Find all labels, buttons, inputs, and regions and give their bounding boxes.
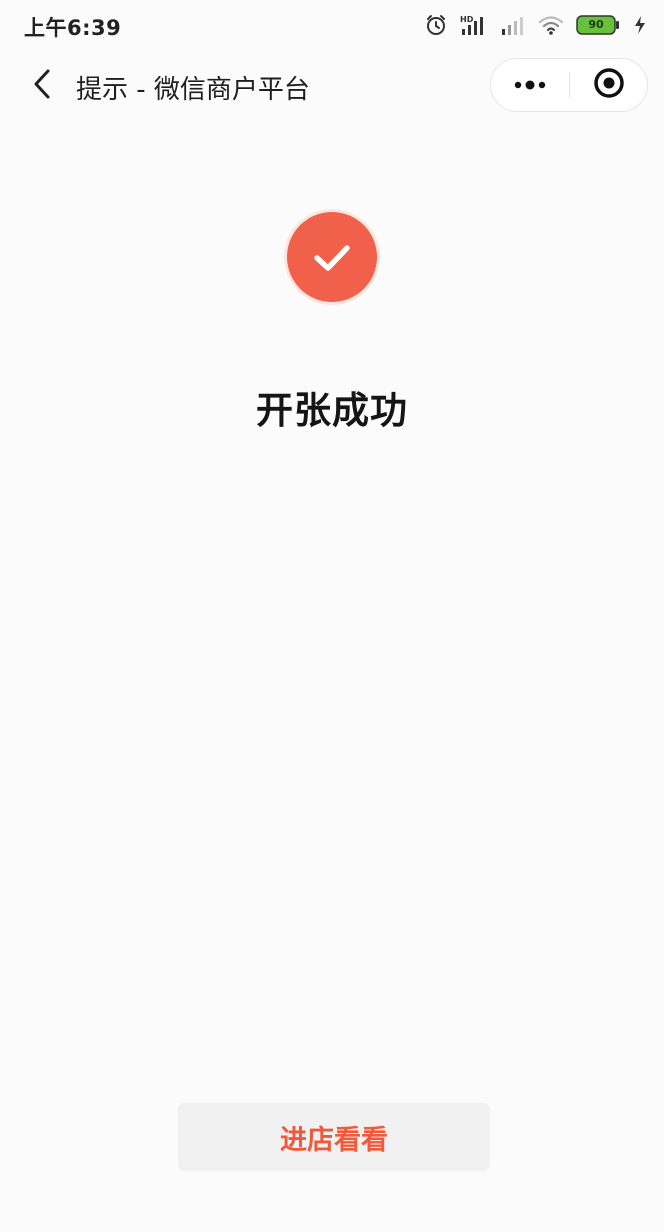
page-title: 提示 - 微信商户平台 — [76, 75, 310, 105]
battery-icon: 90 — [576, 14, 620, 36]
alarm-icon — [424, 13, 448, 37]
wifi-icon — [538, 13, 564, 37]
battery-level: 90 — [588, 18, 604, 31]
nav-bar: 提示 - 微信商户平台 — [0, 56, 664, 116]
status-bar: 上午6:39 HD 90 — [0, 0, 664, 50]
more-button[interactable] — [491, 59, 569, 111]
signal-icon — [500, 13, 526, 37]
mini-program-capsule — [490, 58, 648, 112]
charging-icon — [632, 14, 648, 36]
visit-store-button[interactable]: 进店看看 — [178, 1103, 490, 1171]
back-button[interactable] — [22, 66, 62, 106]
status-icons: HD 90 — [424, 12, 648, 38]
hd-signal-icon: HD — [460, 13, 488, 37]
svg-text:HD: HD — [460, 15, 474, 24]
target-close-icon — [592, 66, 626, 104]
close-button[interactable] — [570, 59, 647, 111]
check-circle-icon — [287, 212, 377, 302]
result-title: 开张成功 — [256, 389, 408, 432]
chevron-left-icon — [30, 68, 54, 104]
status-time: 上午6:39 — [24, 16, 122, 40]
more-dots-icon — [513, 76, 547, 95]
